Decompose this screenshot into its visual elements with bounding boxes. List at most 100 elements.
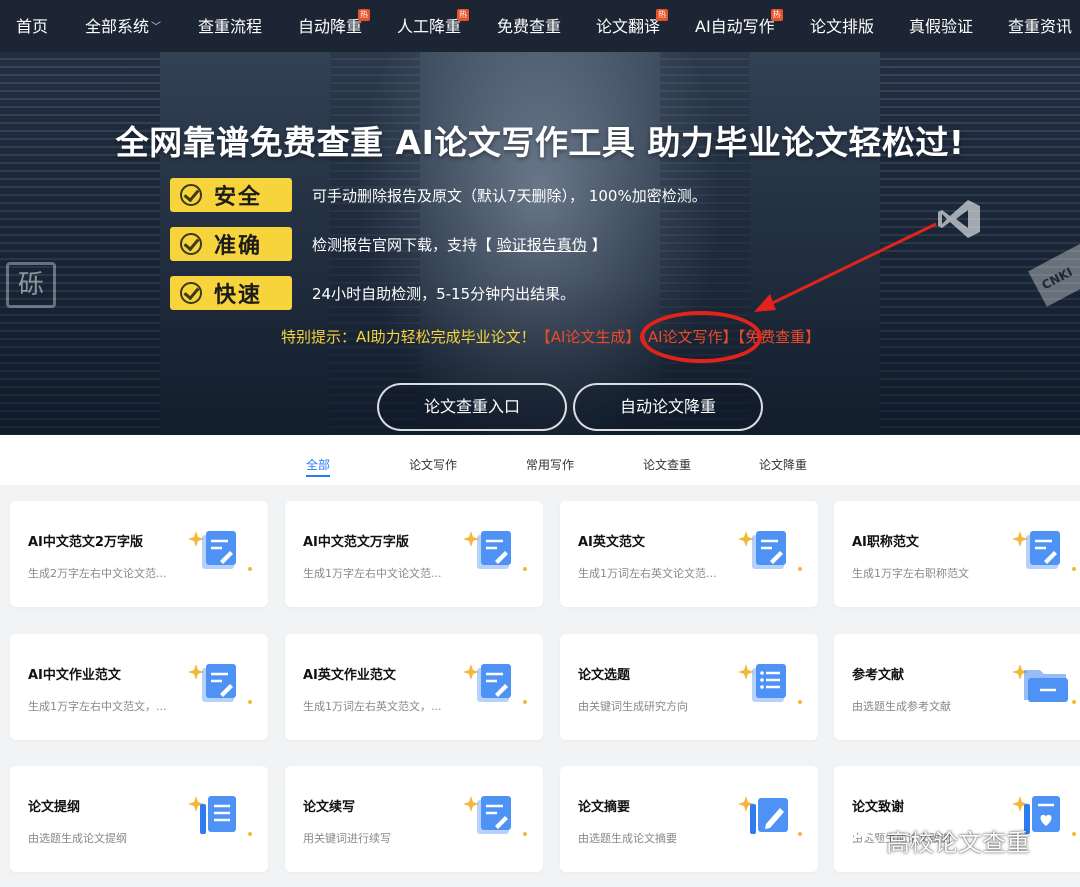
document-pen-icon xyxy=(463,664,527,704)
outline-document-icon xyxy=(188,796,252,836)
nav-item[interactable]: 免费查重 xyxy=(497,0,561,52)
watermark: 高校论文查重 xyxy=(832,820,1030,860)
tool-card-desc: 由选题生成参考文献 xyxy=(852,700,951,713)
tool-card[interactable]: AI中文范文2万字版生成2万字左右中文论文范... xyxy=(10,501,268,607)
tool-card[interactable]: 论文摘要由选题生成论文摘要 xyxy=(560,766,818,872)
document-pen-icon xyxy=(463,796,527,836)
tool-card-desc: 由关键词生成研究方向 xyxy=(578,700,688,713)
tool-card-desc: 生成1万字左右中文范文，... xyxy=(28,700,167,713)
document-pen-icon xyxy=(738,531,802,571)
auto-reduce-button[interactable]: 自动论文降重 xyxy=(573,383,763,431)
category-tabs: 全部 论文写作 常用写作 论文查重 论文降重 xyxy=(0,435,1080,485)
tab-all[interactable]: 全部 xyxy=(306,456,331,477)
tool-card-title: 论文选题 xyxy=(578,668,631,683)
tool-card[interactable]: AI中文范文万字版 生成1万字左右中文论文范... xyxy=(285,501,543,607)
nav-item-label: AI自动写作 xyxy=(695,17,775,36)
document-pen-icon xyxy=(188,531,252,571)
tool-card-title: 论文续写 xyxy=(303,800,356,815)
tool-card[interactable]: 论文提纲由选题生成论文提纲 xyxy=(10,766,268,872)
feature-badge-label: 准确 xyxy=(214,234,263,259)
nav-item[interactable]: 查重流程 xyxy=(198,0,262,52)
nav-item-label: 论文排版 xyxy=(810,17,875,36)
nav-item-label: 查重资讯 xyxy=(1008,17,1073,36)
tool-card-desc: 生成2万字左右中文论文范... xyxy=(28,567,167,580)
nav-item-label: 论文翻译 xyxy=(596,17,661,36)
tool-card[interactable]: AI中文作业范文生成1万字左右中文范文，... xyxy=(10,634,268,740)
tool-card[interactable]: 论文选题由关键词生成研究方向 xyxy=(560,634,818,740)
list-document-icon xyxy=(738,664,802,704)
nav-item[interactable]: 人工降重热 xyxy=(397,0,470,52)
feature-badge: 快速 xyxy=(170,276,292,310)
tab-common-writing[interactable]: 常用写作 xyxy=(526,456,574,473)
tip-link-ai-generate[interactable]: 【AI论文生成】 xyxy=(536,328,641,346)
nav-item-label: 全部系统 xyxy=(85,17,150,36)
tool-card-desc: 由选题生成论文摘要 xyxy=(578,832,677,845)
hero-title: 全网靠谱免费查重 AI论文写作工具 助力毕业论文轻松过! xyxy=(115,123,965,162)
annotation-arrow xyxy=(754,222,937,312)
feature-badge: 准确 xyxy=(170,227,292,261)
nav-item[interactable]: 首页 xyxy=(16,0,48,52)
nav-item[interactable]: 真假验证 xyxy=(909,0,973,52)
tool-card-desc: 生成1万词左右英文论文范... xyxy=(578,567,717,580)
feature-text: 检测报告官网下载，支持【 验证报告真伪 】 xyxy=(312,234,607,255)
document-pen-icon xyxy=(463,531,527,571)
check-icon xyxy=(180,184,202,206)
tool-card[interactable]: 论文续写 用关键词进行续写 xyxy=(285,766,543,872)
tip-text: 特别提示：AI助力轻松完成毕业论文！ xyxy=(281,328,536,346)
nav-item-label: 真假验证 xyxy=(909,17,974,36)
document-pen-icon xyxy=(188,664,252,704)
nav-item[interactable]: 论文翻译热 xyxy=(596,0,669,52)
tool-card-title: 论文致谢 xyxy=(852,800,905,815)
feature-badge: 安全 xyxy=(170,178,292,212)
tool-card-desc: 由选题生成论文提纲 xyxy=(28,832,127,845)
feature-text: 24小时自助检测，5-15分钟内出结果。 xyxy=(312,284,576,303)
feature-text-part: 】 xyxy=(586,235,607,254)
nav-item[interactable]: 论文排版 xyxy=(810,0,874,52)
tool-card-title: AI职称范文 xyxy=(852,535,919,550)
feature-text: 可手动删除报告及原文（默认7天删除）， 100%加密检测。 xyxy=(312,186,707,205)
nav-item[interactable]: 自动降重热 xyxy=(298,0,371,52)
feature-badge-label: 快速 xyxy=(214,283,263,308)
tool-card-title: AI中文范文万字版 xyxy=(303,535,409,550)
tab-rewrite[interactable]: 论文降重 xyxy=(759,456,807,473)
check-icon xyxy=(180,282,202,304)
watermark-text: 高校论文查重 xyxy=(886,828,1030,857)
tool-card-title: AI中文范文2万字版 xyxy=(28,535,143,550)
tool-card[interactable]: AI英文作业范文生成1万词左右英文范文，... xyxy=(285,634,543,740)
pen-square-icon xyxy=(738,796,802,836)
nav-item[interactable]: AI自动写作热 xyxy=(695,0,783,52)
tab-plagiarism-check[interactable]: 论文查重 xyxy=(643,456,691,473)
tool-card[interactable]: AI英文范文生成1万词左右英文论文范... xyxy=(560,501,818,607)
wechat-icon xyxy=(833,822,879,857)
verify-report-link[interactable]: 验证报告真伪 xyxy=(497,236,587,254)
nav-item[interactable]: 查重资讯 xyxy=(1008,0,1072,52)
feature-safe: 安全 可手动删除报告及原文（默认7天删除）， 100%加密检测。 xyxy=(170,178,707,212)
nav-item-label: 人工降重 xyxy=(397,17,462,36)
tool-card-desc: 生成1万词左右英文范文，... xyxy=(303,700,442,713)
top-nav: 首页 全部系统 ﹀ 查重流程 自动降重热人工降重热免费查重 论文翻译热 AI自动写作热论文排… xyxy=(0,0,1080,52)
nav-item-label: 查重流程 xyxy=(198,17,263,36)
nav-item-label: 自动降重 xyxy=(298,17,363,36)
feature-text-part: 检测报告官网下载，支持【 xyxy=(312,235,497,254)
tool-card[interactable]: AI职称范文生成1万字左右职称范文 xyxy=(834,501,1080,607)
hot-badge: 热 xyxy=(656,9,669,21)
tool-card-desc: 生成1万字左右职称范文 xyxy=(852,567,969,580)
feature-badge-label: 安全 xyxy=(214,185,263,210)
hero-banner: 砾 CNKI 全网靠谱免费查重 AI论文写作工具 助力毕业论文轻松过! 安全 可… xyxy=(0,52,1080,435)
tool-card[interactable]: 参考文献由选题生成参考文献 xyxy=(834,634,1080,740)
visual-studio-icon xyxy=(938,200,980,238)
hot-badge: 热 xyxy=(358,9,371,21)
tool-card-title: 论文摘要 xyxy=(578,800,631,815)
tab-paper-writing[interactable]: 论文写作 xyxy=(409,456,457,473)
tool-card-title: AI中文作业范文 xyxy=(28,668,121,683)
feature-accurate: 准确 检测报告官网下载，支持【 验证报告真伪 】 xyxy=(170,227,607,261)
tool-card-title: AI英文范文 xyxy=(578,535,645,550)
tool-card-title: 论文提纲 xyxy=(28,800,81,815)
document-pen-icon xyxy=(1012,531,1076,571)
tool-card-title: 参考文献 xyxy=(852,668,905,683)
plagiarism-check-button[interactable]: 论文查重入口 xyxy=(377,383,567,431)
check-icon xyxy=(180,233,202,255)
nav-item[interactable]: 全部系统 ﹀ xyxy=(85,0,161,52)
hot-badge: 热 xyxy=(457,9,470,21)
tool-card-title: AI英文作业范文 xyxy=(303,668,396,683)
